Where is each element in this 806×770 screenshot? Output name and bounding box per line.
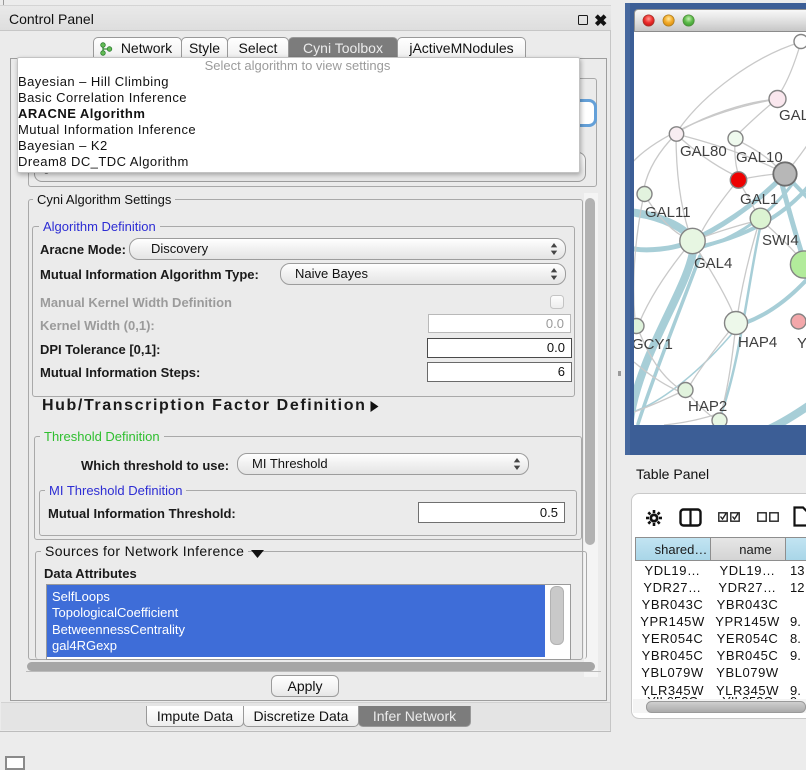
svg-text:GAL4: GAL4	[694, 255, 732, 272]
svg-text:GAL10: GAL10	[736, 149, 783, 166]
svg-text:GAL1: GAL1	[740, 191, 778, 208]
svg-text:GAL80: GAL80	[680, 143, 727, 160]
svg-text:HAP4: HAP4	[738, 334, 777, 351]
svg-text:SWI4: SWI4	[762, 232, 799, 249]
svg-text:Y: Y	[797, 335, 806, 352]
svg-text:GCY1: GCY1	[634, 336, 673, 353]
svg-text:HAP2: HAP2	[688, 398, 727, 415]
svg-text:GAL11: GAL11	[645, 204, 691, 221]
svg-text:GAL: GAL	[779, 107, 806, 124]
